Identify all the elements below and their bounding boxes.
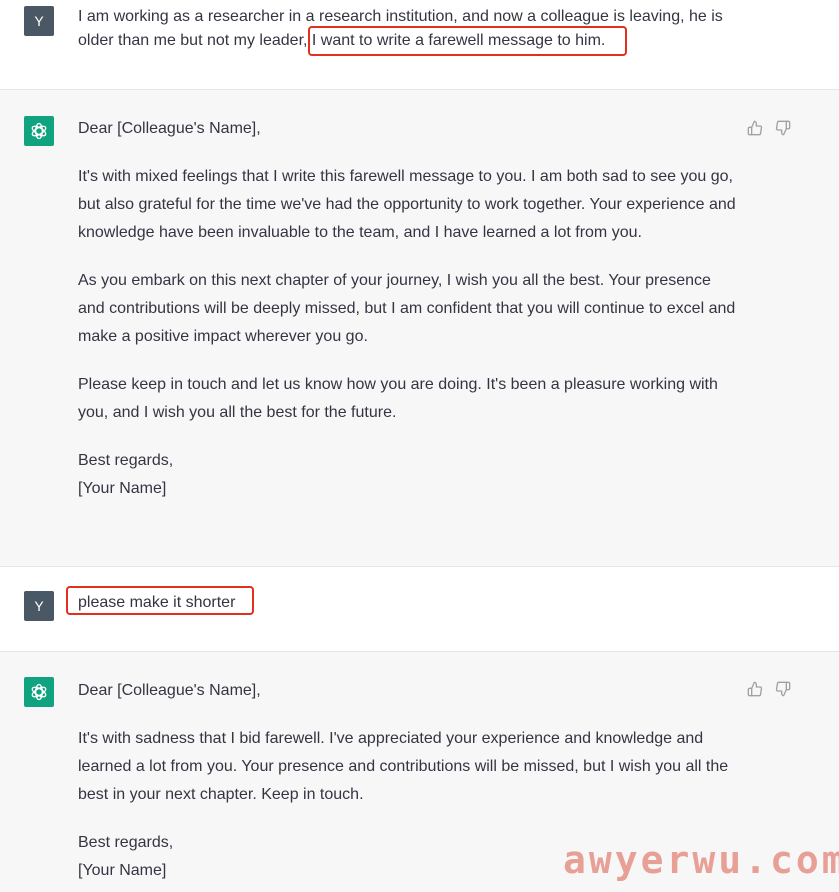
user-avatar: Y [24, 591, 54, 621]
message-paragraph: It's with mixed feelings that I write th… [78, 168, 736, 241]
greeting-line: Dear [Colleague's Name], [78, 682, 261, 699]
user-message-text: please make it shorter [78, 594, 236, 611]
user-message-turn: Y please make it shorter [0, 567, 839, 651]
chat-page: Y I am working as a researcher in a rese… [0, 0, 839, 892]
thumbs-up-icon [747, 681, 763, 697]
thumbs-up-button[interactable] [747, 120, 763, 136]
thumbs-up-button[interactable] [747, 681, 763, 697]
thumbs-up-icon [747, 120, 763, 136]
thumbs-down-icon [775, 120, 791, 136]
openai-logo-icon [24, 116, 54, 146]
openai-logo-icon [24, 677, 54, 707]
assistant-message-body: Dear [Colleague's Name], It's with mixed… [78, 115, 738, 503]
user-message-text: I am working as a researcher in a resear… [78, 8, 723, 49]
signoff: Best regards, [Your Name] [78, 447, 738, 503]
user-message-turn: Y I am working as a researcher in a rese… [0, 0, 839, 89]
thumbs-down-button[interactable] [775, 120, 791, 136]
thumbs-down-button[interactable] [775, 681, 791, 697]
thumbs-down-icon [775, 681, 791, 697]
message-paragraph: As you embark on this next chapter of yo… [78, 272, 736, 345]
feedback-buttons [747, 681, 791, 697]
signoff-line: Best regards, [78, 834, 174, 851]
message-paragraph: It's with sadness that I bid farewell. I… [78, 730, 729, 803]
signoff-line: Best regards, [78, 452, 174, 469]
signature-line: [Your Name] [78, 480, 167, 497]
signature-line: [Your Name] [78, 862, 167, 879]
user-avatar: Y [24, 6, 54, 36]
feedback-buttons [747, 120, 791, 136]
greeting-line: Dear [Colleague's Name], [78, 120, 261, 137]
message-paragraph: Please keep in touch and let us know how… [78, 376, 718, 421]
watermark: awyerwu.com [563, 838, 839, 882]
assistant-message-turn: Dear [Colleague's Name], It's with mixed… [0, 89, 839, 567]
